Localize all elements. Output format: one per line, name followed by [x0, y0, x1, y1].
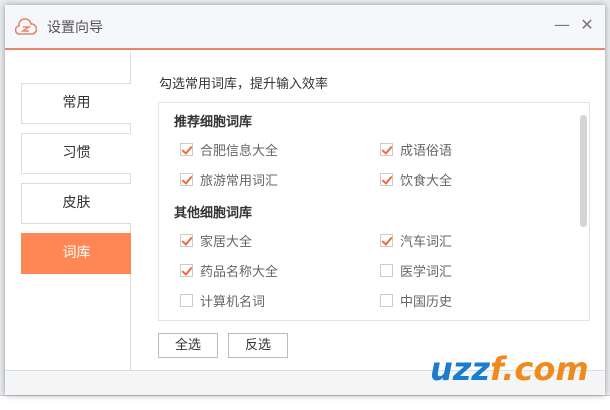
checkbox[interactable] [380, 142, 393, 156]
checkbox-label: 合肥信息大全 [200, 143, 279, 159]
dictionary-checkbox-item[interactable]: 药品名称大全 [180, 255, 380, 285]
sidebar-item-dictionary[interactable]: 词库 [21, 233, 131, 274]
checkbox-label: 计算机名词 [200, 294, 266, 310]
cloud-logo-icon [15, 17, 37, 35]
checkbox[interactable] [180, 263, 193, 277]
panel-heading: 勾选常用词库，提升输入效率 [159, 77, 329, 92]
dictionary-checkbox-item[interactable]: 医学词汇 [380, 255, 580, 285]
close-icon: ✕ [580, 15, 594, 34]
checkbox-label: 旅游常用词汇 [200, 173, 279, 189]
dictionary-checkbox-item[interactable]: 中国历史 [380, 285, 580, 315]
dictionary-checkbox-item[interactable]: 旅游常用词汇 [180, 164, 380, 194]
dictionary-checkbox-item[interactable]: 合肥信息大全 [180, 134, 380, 164]
checkbox[interactable] [380, 233, 393, 247]
checkbox[interactable] [180, 172, 193, 186]
select-all-button[interactable]: 全选 [158, 333, 218, 358]
dictionary-checkbox-item[interactable]: 汽车词汇 [380, 225, 580, 255]
background-app [0, 395, 610, 410]
checkbox-label: 中国历史 [400, 294, 453, 310]
checkbox[interactable] [380, 263, 393, 277]
dictionary-checkbox-item[interactable]: 饮食大全 [380, 164, 580, 194]
group-title: 其他细胞词库 [174, 206, 253, 221]
dictionary-list: 推荐细胞词库 合肥信息大全 成语俗语旅游常用词汇 饮食大全 其他细胞词库 家居大全 汽… [158, 102, 590, 321]
dictionary-checkbox-item[interactable]: 家居大全 [180, 225, 380, 255]
sidebar: 常用 习惯 皮肤 词库 [5, 52, 131, 370]
dictionary-checkbox-item[interactable]: 成语俗语 [380, 134, 580, 164]
sidebar-item-skin[interactable]: 皮肤 [21, 183, 131, 224]
checkbox[interactable] [180, 233, 193, 247]
window-title: 设置向导 [47, 19, 103, 36]
checkbox-label: 药品名称大全 [200, 264, 279, 280]
dictionary-panel: 勾选常用词库，提升输入效率 推荐细胞词库 合肥信息大全 成语俗语旅游常用词汇 饮食大… [131, 52, 605, 370]
minimize-icon: — [554, 15, 570, 34]
checkbox-label: 饮食大全 [400, 173, 453, 189]
checkbox[interactable] [380, 293, 393, 307]
sidebar-item-common[interactable]: 常用 [21, 83, 131, 124]
title-bar: 设置向导 — ✕ [5, 5, 605, 50]
watermark-logo: uzzf.com [430, 350, 589, 388]
checkbox-label: 医学词汇 [400, 264, 453, 280]
checkbox[interactable] [180, 142, 193, 156]
close-button[interactable]: ✕ [575, 13, 599, 37]
checkbox[interactable] [380, 172, 393, 186]
checkbox[interactable] [180, 293, 193, 307]
minimize-button[interactable]: — [550, 13, 574, 37]
checkbox-label: 汽车词汇 [400, 234, 453, 250]
dictionary-checkbox-item[interactable]: 计算机名词 [180, 285, 380, 315]
group-title: 推荐细胞词库 [174, 115, 253, 130]
sidebar-item-habits[interactable]: 习惯 [21, 133, 131, 174]
scrollbar[interactable] [580, 115, 587, 227]
invert-selection-button[interactable]: 反选 [228, 333, 288, 358]
checkbox-label: 成语俗语 [400, 143, 453, 159]
setup-wizard-dialog: 设置向导 — ✕ 常用 习惯 皮肤 词库 勾选常用词库，提升输入效率 推荐细胞词… [5, 5, 605, 395]
checkbox-label: 家居大全 [200, 234, 253, 250]
